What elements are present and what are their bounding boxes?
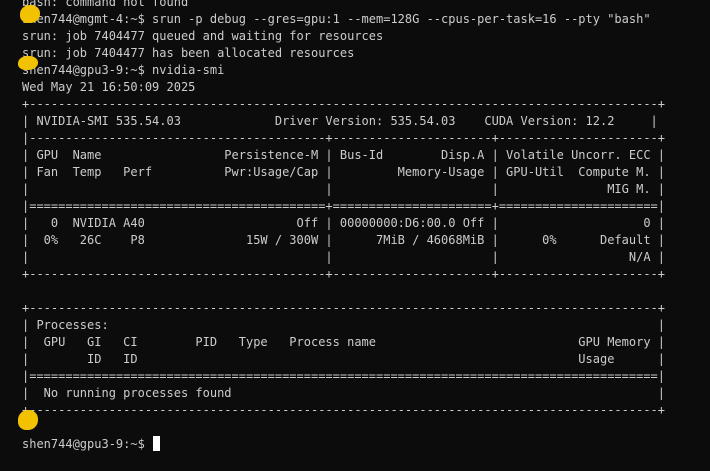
terminal-line: +---------------------------------------… bbox=[22, 301, 665, 315]
terminal-line: | | | MIG M. | bbox=[22, 182, 665, 196]
terminal-line: | ID ID Usage | bbox=[22, 352, 665, 366]
terminal-line: | 0% 26C P8 15W / 300W | 7MiB / 46068MiB… bbox=[22, 233, 665, 247]
redaction-mark bbox=[20, 5, 40, 23]
terminal-line: | 0 NVIDIA A40 Off | 00000000:D6:00.0 Of… bbox=[22, 216, 665, 230]
terminal-line: +---------------------------------------… bbox=[22, 403, 665, 417]
terminal-line: shen744@gpu3-9:~$ nvidia-smi bbox=[22, 63, 225, 77]
terminal-output: bash: command not found shen744@mgmt-4:~$… bbox=[22, 0, 702, 453]
terminal-line: bash: command not found bbox=[22, 0, 189, 9]
terminal-line: +---------------------------------------… bbox=[22, 267, 665, 281]
terminal-line: Wed May 21 16:50:09 2025 bbox=[22, 80, 196, 94]
terminal-line: +---------------------------------------… bbox=[22, 97, 665, 111]
terminal-line: srun: job 7404477 queued and waiting for… bbox=[22, 29, 384, 43]
redaction-mark bbox=[18, 410, 38, 430]
terminal-window[interactable]: bash: command not found shen744@mgmt-4:~$… bbox=[0, 0, 710, 471]
terminal-line: | No running processes found | bbox=[22, 386, 665, 400]
shell-prompt: shen744@gpu3-9:~$ bbox=[22, 437, 153, 451]
terminal-line: |=======================================… bbox=[22, 199, 665, 213]
text-cursor bbox=[153, 436, 161, 451]
terminal-line: | Processes: | bbox=[22, 318, 665, 332]
command-prompt-line[interactable]: shen744@gpu3-9:~$ bbox=[22, 436, 702, 453]
terminal-line: | GPU GI CI PID Type Process name GPU Me… bbox=[22, 335, 665, 349]
terminal-line: |---------------------------------------… bbox=[22, 131, 665, 145]
terminal-line: |=======================================… bbox=[22, 369, 665, 383]
terminal-line: | Fan Temp Perf Pwr:Usage/Cap | Memory-U… bbox=[22, 165, 665, 179]
terminal-line: | | | N/A | bbox=[22, 250, 665, 264]
terminal-line: | GPU Name Persistence-M | Bus-Id Disp.A… bbox=[22, 148, 665, 162]
terminal-line: | NVIDIA-SMI 535.54.03 Driver Version: 5… bbox=[22, 114, 658, 128]
terminal-line: shen744@mgmt-4:~$ srun -p debug --gres=g… bbox=[22, 12, 651, 26]
redaction-mark bbox=[18, 56, 38, 70]
terminal-line: srun: job 7404477 has been allocated res… bbox=[22, 46, 355, 60]
